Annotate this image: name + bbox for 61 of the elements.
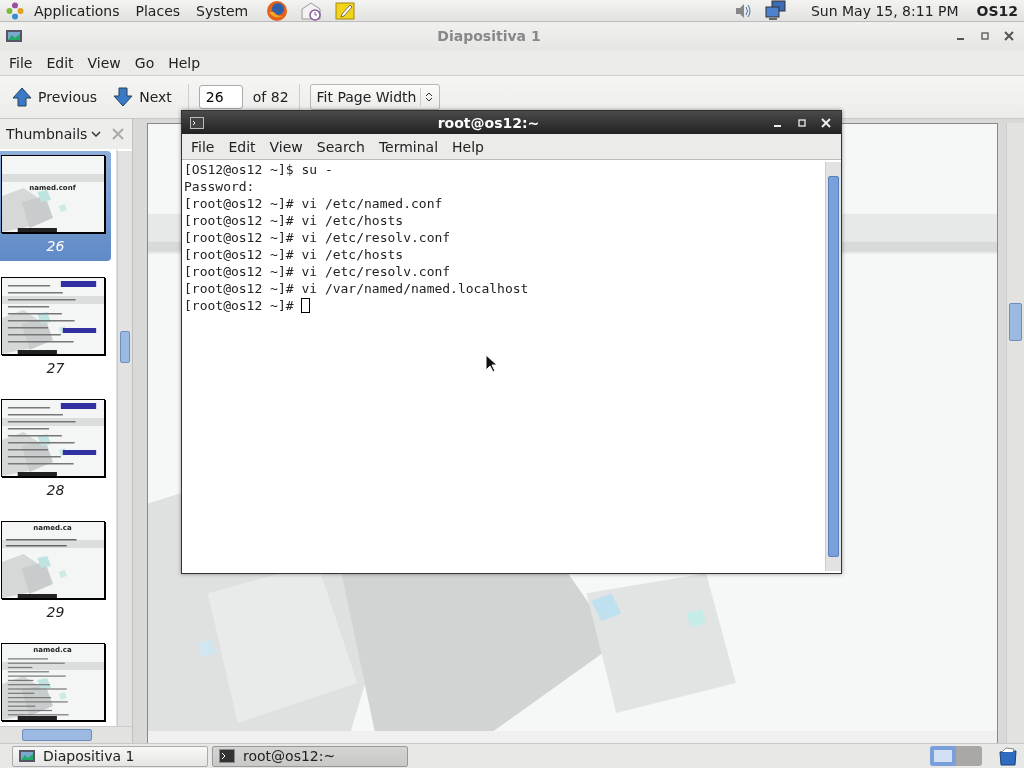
scrollbar[interactable] xyxy=(825,162,841,571)
user-name[interactable]: OS12 xyxy=(976,2,1018,19)
slideshow-app-icon xyxy=(6,30,22,42)
maximize-icon[interactable] xyxy=(980,31,990,41)
previous-button[interactable]: Previous xyxy=(6,83,104,111)
updown-caret-icon xyxy=(425,91,434,103)
text-cursor xyxy=(301,298,311,313)
chevron-down-icon xyxy=(91,131,102,137)
zoom-dropdown[interactable]: Fit Page Width xyxy=(309,84,441,110)
terminal-line: [root@os12 ~]# vi /var/named/named.localhost xyxy=(184,280,530,297)
menu-item[interactable]: File xyxy=(184,138,222,155)
down-arrow-icon xyxy=(113,87,134,107)
terminal-line: Password: xyxy=(184,178,256,195)
network-computers-icon[interactable] xyxy=(764,0,787,22)
menu-item[interactable]: Search xyxy=(309,138,372,155)
globe-icon[interactable] xyxy=(266,0,289,22)
window-title: Diapositiva 1 xyxy=(436,28,542,44)
close-icon[interactable] xyxy=(1004,31,1014,41)
scrollbar[interactable] xyxy=(117,151,132,726)
page-number: 26 xyxy=(46,237,65,255)
page-number: 28 xyxy=(46,481,65,499)
mouse-pointer-icon xyxy=(485,354,497,373)
panel-menu[interactable]: System xyxy=(190,2,255,19)
page-number: 27 xyxy=(46,359,65,377)
menu-item[interactable]: File xyxy=(2,54,40,71)
page-number-field[interactable]: 26 xyxy=(198,85,243,109)
page-number: 29 xyxy=(46,603,65,621)
trash-icon[interactable] xyxy=(998,746,1018,766)
up-arrow-icon xyxy=(12,87,32,107)
sidebar-mode-dropdown[interactable]: Thumbnails xyxy=(4,126,104,142)
scrollbar[interactable] xyxy=(0,726,132,743)
menu-item[interactable]: Go xyxy=(127,54,162,71)
slideshow-app-icon xyxy=(19,750,35,762)
taskbar-button[interactable]: Diapositiva 1 xyxy=(12,745,208,767)
menu-item[interactable]: View xyxy=(262,138,310,155)
terminal-icon xyxy=(190,116,204,129)
next-button[interactable]: Next xyxy=(107,83,178,111)
notepad-icon[interactable] xyxy=(334,0,357,22)
window-title: root@os12:~ xyxy=(436,114,541,131)
terminal-icon xyxy=(219,749,235,763)
terminal-line: [OS12@os12 ~]$ su - xyxy=(184,161,334,178)
menu-item[interactable]: Help xyxy=(161,54,208,71)
terminal-line: [root@os12 ~]# vi /etc/resolv.conf xyxy=(184,263,452,280)
page-count: of 82 xyxy=(252,89,289,105)
menu-item[interactable]: Help xyxy=(445,138,491,155)
terminal-prompt: [root@os12 ~]# xyxy=(184,297,295,314)
menu-item[interactable]: View xyxy=(80,54,128,71)
menu-item[interactable]: Edit xyxy=(39,54,81,71)
menu-item[interactable]: Edit xyxy=(221,138,263,155)
taskbar-button[interactable]: root@os12:~ xyxy=(212,745,408,767)
panel-menu[interactable]: Places xyxy=(129,2,187,19)
menu-item[interactable]: Terminal xyxy=(371,138,446,155)
terminal-line: [root@os12 ~]# vi /etc/hosts xyxy=(184,246,405,263)
clock[interactable]: Sun May 15, 8:11 PM xyxy=(810,2,959,19)
scrollbar[interactable] xyxy=(1006,123,1024,743)
mail-clock-icon[interactable] xyxy=(300,0,323,22)
terminal-line: [root@os12 ~]# vi /etc/resolv.conf xyxy=(184,229,452,246)
flower-logo-icon[interactable] xyxy=(6,1,24,20)
terminal-line: [root@os12 ~]# vi /etc/named.conf xyxy=(184,195,444,212)
terminal-line: [root@os12 ~]# vi /etc/hosts xyxy=(184,212,405,229)
panel-menu[interactable]: Applications xyxy=(28,2,126,19)
